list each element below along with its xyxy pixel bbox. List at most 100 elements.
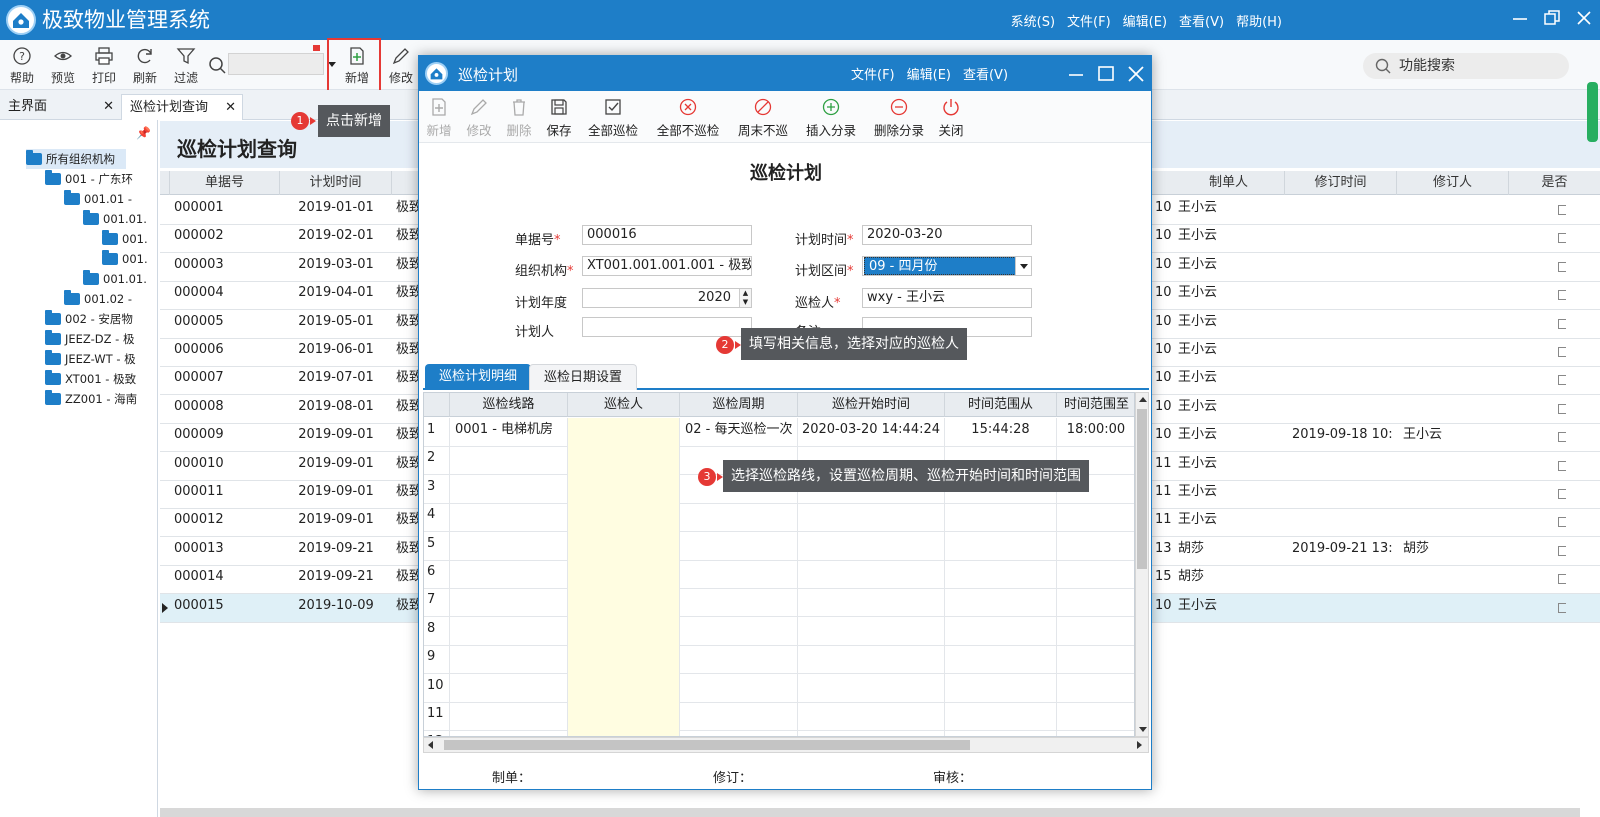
start-time-cell[interactable] — [798, 730, 945, 736]
tab-main[interactable]: 主界面 ✕ — [0, 94, 120, 120]
detail-horizontal-scrollbar[interactable] — [423, 737, 1149, 753]
tree-node[interactable]: 001. — [102, 229, 156, 249]
inspector-field[interactable]: wxy - 王小云 — [862, 288, 1032, 308]
route-cell[interactable] — [450, 560, 568, 589]
list-item[interactable]: 8 — [424, 616, 1134, 646]
grid-header-reviser[interactable]: 修订人 — [1397, 171, 1509, 195]
list-item[interactable]: 1 0001 - 电梯机房 02 - 每天巡检一次 2020-03-20 14:44:… — [424, 418, 1134, 447]
print-button[interactable]: 打印 — [84, 44, 124, 88]
range-from-cell[interactable] — [945, 645, 1057, 675]
menu-file[interactable]: 文件(F) — [1067, 11, 1111, 30]
checkbox[interactable] — [1558, 460, 1566, 471]
cycle-cell[interactable] — [680, 588, 798, 618]
search-icon[interactable] — [208, 56, 226, 74]
dialog-modify-button[interactable]: 修改 — [465, 97, 493, 139]
checkbox[interactable] — [1558, 233, 1566, 244]
checkbox[interactable] — [1558, 602, 1566, 613]
checkbox[interactable] — [1558, 432, 1566, 443]
start-time-cell[interactable] — [798, 503, 945, 533]
detail-header-range-to[interactable]: 时间范围至 — [1057, 393, 1134, 417]
scroll-right-icon[interactable] — [1137, 741, 1142, 749]
start-time-cell[interactable] — [798, 588, 945, 618]
route-cell[interactable]: 0001 - 电梯机房 — [450, 418, 568, 447]
detail-header-inspector[interactable]: 巡检人 — [568, 393, 680, 417]
tree-node[interactable]: JEEZ-WT - 极 — [45, 349, 155, 369]
chevron-down-icon[interactable] — [1015, 257, 1031, 275]
list-item[interactable]: 5 — [424, 531, 1134, 561]
toolbar-search-input[interactable] — [228, 53, 324, 75]
range-from-cell[interactable] — [945, 503, 1057, 533]
scroll-thumb[interactable] — [444, 740, 970, 750]
range-to-cell[interactable] — [1057, 645, 1134, 674]
grid-header-doc-no[interactable]: 单据号 — [170, 171, 280, 195]
route-cell[interactable] — [450, 503, 568, 533]
list-item[interactable]: 9 — [424, 645, 1134, 675]
cycle-cell[interactable] — [680, 673, 798, 703]
list-item[interactable]: 12 — [424, 730, 1134, 736]
detail-header-range-from[interactable]: 时间范围从 — [945, 393, 1057, 417]
range-to-cell[interactable]: 18:00:00 — [1057, 418, 1134, 447]
pin-icon[interactable]: 📌 — [136, 126, 151, 140]
tree-node[interactable]: JEEZ-DZ - 极 — [45, 329, 155, 349]
cycle-cell[interactable]: 02 - 每天巡检一次 — [680, 418, 798, 447]
menu-edit[interactable]: 编辑(E) — [1123, 11, 1167, 30]
tab-plan-detail[interactable]: 巡检计划明细 — [425, 364, 532, 390]
range-from-cell[interactable] — [945, 702, 1057, 731]
inspector-cell[interactable] — [568, 474, 680, 504]
range-to-cell[interactable] — [1057, 674, 1134, 703]
grid-header-plan-time[interactable]: 计划时间 — [280, 171, 392, 195]
range-from-cell[interactable] — [945, 588, 1057, 618]
start-time-cell[interactable]: 2020-03-20 14:44:24 — [798, 418, 945, 447]
range-from-cell[interactable]: 15:44:28 — [945, 418, 1057, 447]
tree-node[interactable]: XT001 - 极致 — [45, 369, 155, 389]
menu-view[interactable]: 查看(V) — [1179, 11, 1224, 30]
period-select[interactable]: 09 - 四月份 — [862, 256, 1032, 276]
cycle-cell[interactable] — [680, 531, 798, 561]
doc-no-field[interactable]: 000016 — [582, 225, 752, 245]
start-time-cell[interactable] — [798, 645, 945, 675]
minimize-icon[interactable] — [1508, 6, 1532, 30]
tree-node[interactable]: 001.01. — [83, 209, 156, 229]
checkbox[interactable] — [1558, 347, 1566, 357]
tree-node[interactable]: 001.01. — [83, 269, 156, 289]
scroll-left-icon[interactable] — [428, 741, 433, 749]
dialog-new-button[interactable]: 新增 — [425, 97, 453, 139]
inspector-cell[interactable] — [568, 730, 680, 736]
planner-field[interactable] — [582, 317, 752, 337]
checkbox[interactable] — [1558, 318, 1566, 329]
start-time-cell[interactable] — [798, 531, 945, 561]
tab-date-setting[interactable]: 巡检日期设置 — [529, 364, 638, 390]
year-stepper[interactable]: 2020 ▲ ▼ — [582, 288, 752, 308]
grid-header-maker[interactable]: 制单人 — [1173, 171, 1285, 195]
cycle-cell[interactable] — [680, 503, 798, 533]
dialog-insert-entry-button[interactable]: 插入分录 — [803, 97, 859, 139]
dialog-delete-entry-button[interactable]: 删除分录 — [871, 97, 927, 139]
detail-vertical-scrollbar[interactable] — [1135, 392, 1149, 737]
inspector-cell[interactable] — [568, 418, 680, 447]
inspector-cell[interactable] — [568, 531, 680, 561]
close-icon[interactable]: ✕ — [225, 95, 236, 121]
dialog-none-inspect-button[interactable]: 全部不巡检 — [655, 97, 721, 139]
close-icon[interactable] — [1572, 6, 1596, 30]
function-search-input[interactable]: 功能搜索 — [1363, 53, 1569, 79]
range-from-cell[interactable] — [945, 673, 1057, 703]
refresh-button[interactable]: 刷新 — [125, 44, 165, 88]
cycle-cell[interactable] — [680, 645, 798, 675]
range-to-cell[interactable] — [1057, 532, 1134, 561]
checkbox[interactable] — [1558, 517, 1566, 528]
cycle-cell[interactable] — [680, 616, 798, 646]
dialog-all-inspect-button[interactable]: 全部巡检 — [585, 97, 641, 139]
inspector-cell[interactable] — [568, 588, 680, 618]
checkbox[interactable] — [1558, 403, 1566, 414]
start-time-cell[interactable] — [798, 702, 945, 731]
route-cell[interactable] — [450, 673, 568, 703]
detail-header-cycle[interactable]: 巡检周期 — [680, 393, 798, 417]
dialog-delete-button[interactable]: 删除 — [505, 97, 533, 139]
menu-help[interactable]: 帮助(H) — [1236, 11, 1282, 30]
inspector-cell[interactable] — [568, 446, 680, 476]
org-field[interactable]: XT001.001.001.001 - 极致 — [582, 256, 752, 276]
start-time-cell[interactable] — [798, 673, 945, 703]
tree-node[interactable]: 002 - 安居物 — [45, 309, 155, 329]
cycle-cell[interactable] — [680, 560, 798, 589]
plan-time-field[interactable]: 2020-03-20 — [862, 225, 1032, 245]
